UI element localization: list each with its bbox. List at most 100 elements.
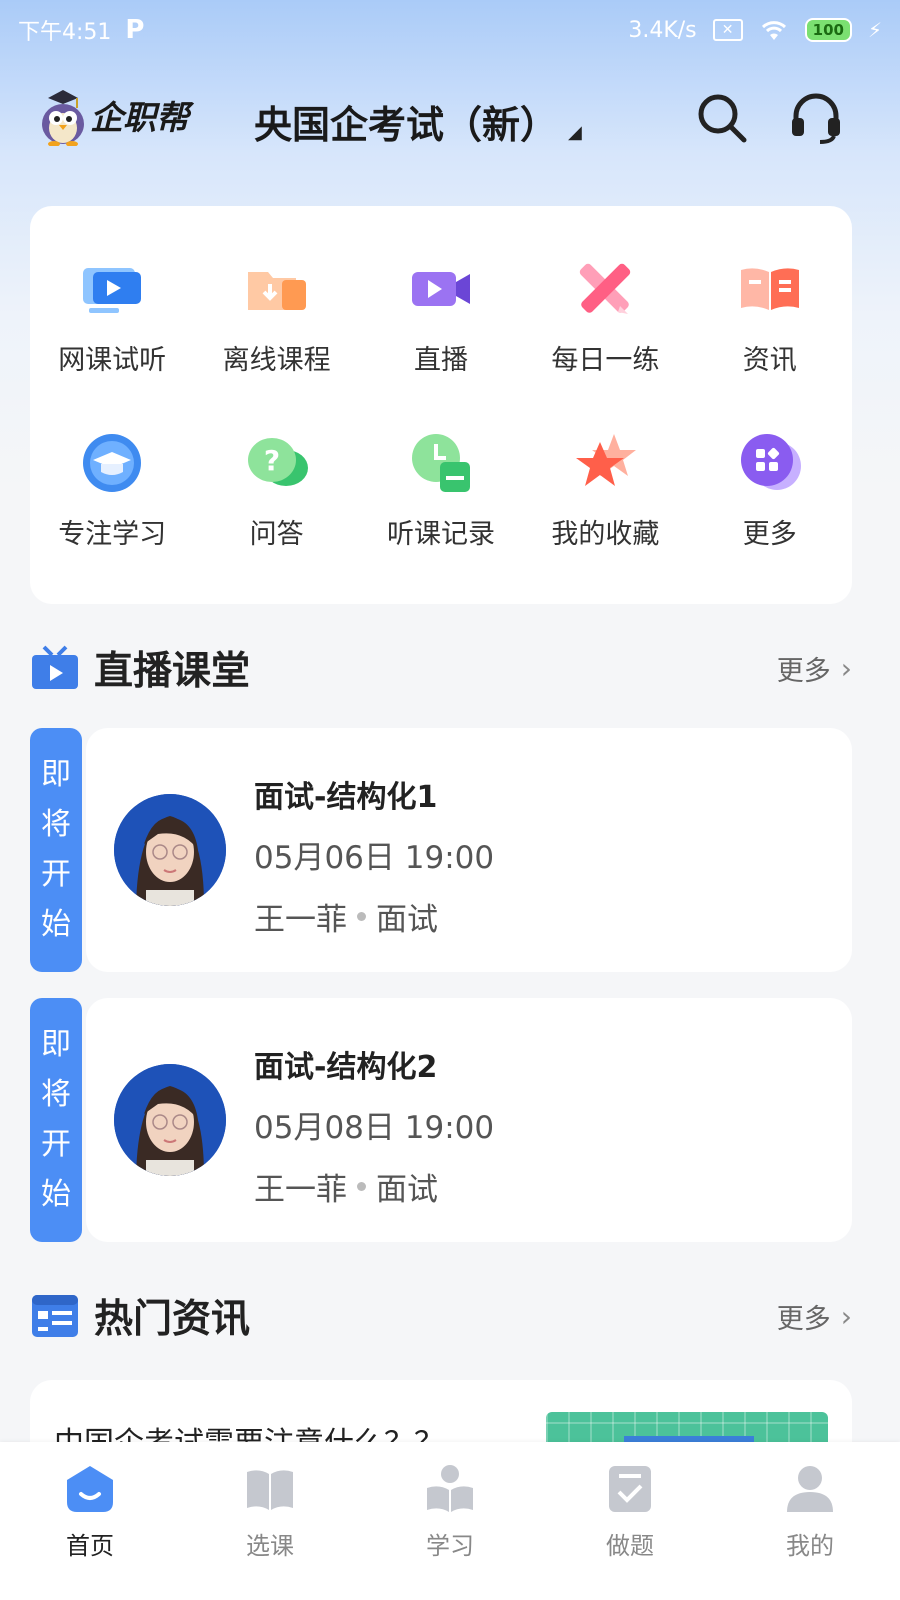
home-icon	[67, 1466, 113, 1512]
teacher-name: 王一菲	[254, 1172, 347, 1208]
nav-home[interactable]: 首页	[0, 1442, 180, 1600]
live-section-title: 直播课堂	[94, 649, 251, 694]
pencil-icon	[580, 263, 631, 314]
menu-item-live[interactable]: 直播	[359, 254, 523, 377]
more-label: 更多	[776, 1303, 831, 1335]
menu-label: 每日一练	[551, 345, 660, 376]
live-meta: 王一菲 面试	[254, 894, 438, 939]
nav-courses[interactable]: 选课	[180, 1442, 360, 1600]
live-card-body: 面试-结构化2 05月08日 19:00 王一菲 面试	[86, 998, 852, 1242]
menu-row-1: 网课试听 离线课程 直播 每日一练 资讯	[30, 254, 852, 377]
live-camera-icon	[411, 272, 470, 306]
nav-practice[interactable]: 做题	[540, 1442, 720, 1600]
tv-icon	[32, 645, 78, 689]
upcoming-badge: 即 将 开 始	[30, 998, 82, 1242]
open-book-icon	[247, 1470, 293, 1510]
status-time: 下午4:51	[18, 20, 112, 45]
app-name: 企职帮	[90, 98, 189, 137]
book-icon	[740, 268, 799, 310]
nav-label: 学习	[426, 1532, 474, 1560]
menu-label: 直播	[413, 345, 468, 376]
separator-dot	[357, 1182, 366, 1191]
news-section-header: 热门资讯 更多 ›	[30, 1286, 852, 1346]
badge-char: 开	[41, 1127, 71, 1162]
headset-icon[interactable]	[788, 90, 844, 146]
teacher-portrait	[114, 794, 226, 906]
live-category: 面试	[376, 1172, 438, 1208]
chevron-right-icon: ›	[840, 651, 852, 685]
penguin-mascot-icon	[42, 90, 84, 146]
teacher-name: 王一菲	[254, 902, 347, 938]
menu-item-daily-practice[interactable]: 每日一练	[523, 254, 687, 377]
parking-icon: P	[125, 15, 145, 45]
app-logo: 企职帮	[38, 84, 189, 146]
badge-char: 开	[41, 857, 71, 892]
feature-menu-card: 网课试听 离线课程 直播 每日一练 资讯 专注学习 ? 问答 听课记录 我的收藏…	[30, 206, 852, 604]
download-folder-icon	[247, 272, 306, 310]
menu-item-offline-courses[interactable]: 离线课程	[194, 254, 358, 377]
video-play-icon	[83, 268, 142, 313]
menu-item-qa[interactable]: ? 问答	[194, 428, 358, 551]
live-card-body: 面试-结构化1 05月06日 19:00 王一菲 面试	[86, 728, 852, 972]
chevron-right-icon: ›	[840, 1299, 852, 1333]
network-speed: 3.4K/s	[628, 17, 697, 43]
svg-text:?: ?	[263, 444, 279, 477]
more-label: 更多	[776, 655, 831, 687]
exam-name: 央国企考试（新）	[254, 103, 559, 147]
nav-label: 选课	[246, 1532, 294, 1560]
live-more-link[interactable]: 更多 ›	[777, 649, 852, 688]
menu-item-focus-study[interactable]: 专注学习	[30, 428, 194, 551]
news-list-icon	[32, 1295, 78, 1337]
checklist-icon	[609, 1466, 651, 1512]
menu-label: 专注学习	[58, 519, 167, 550]
live-title: 面试-结构化1	[254, 780, 438, 815]
nav-profile[interactable]: 我的	[720, 1442, 900, 1600]
badge-char: 即	[41, 757, 71, 792]
nav-label: 我的	[786, 1532, 834, 1560]
live-section-header: 直播课堂 更多 ›	[30, 638, 852, 698]
teacher-portrait	[114, 1064, 226, 1176]
news-section-title: 热门资讯	[94, 1297, 251, 1342]
app-header: 企职帮 央国企考试（新） ◢	[0, 70, 900, 170]
menu-label: 听课记录	[386, 519, 495, 550]
question-bubble-icon: ?	[247, 438, 308, 486]
search-icon[interactable]	[694, 90, 750, 146]
menu-item-more[interactable]: 更多	[688, 428, 852, 551]
menu-label: 网课试听	[58, 345, 167, 376]
menu-label: 离线课程	[222, 345, 331, 376]
separator-dot	[357, 912, 366, 921]
grid-more-icon	[740, 434, 801, 490]
sim-disabled-icon: ✕	[712, 19, 743, 41]
nav-label: 首页	[66, 1532, 114, 1560]
star-icon	[576, 434, 637, 486]
menu-row-2: 专注学习 ? 问答 听课记录 我的收藏 更多	[30, 428, 852, 551]
nav-study[interactable]: 学习	[360, 1442, 540, 1600]
exam-selector[interactable]: 央国企考试（新） ◢	[254, 94, 582, 149]
menu-label: 更多	[742, 519, 797, 550]
status-bar: 下午4:51 P 3.4K/s ✕ 100 ⚡	[0, 0, 900, 60]
wifi-icon	[761, 21, 786, 40]
live-card[interactable]: 即 将 开 始 面试-结构化1 05月06日 19:00 王一菲 面试	[30, 728, 852, 972]
news-more-link[interactable]: 更多 ›	[777, 1297, 852, 1336]
menu-item-news[interactable]: 资讯	[688, 254, 852, 377]
badge-char: 始	[41, 1177, 71, 1212]
menu-item-listening-record[interactable]: 听课记录	[359, 428, 523, 551]
teacher-avatar	[114, 794, 226, 906]
upcoming-badge: 即 将 开 始	[30, 728, 82, 972]
nav-label: 做题	[606, 1532, 654, 1560]
menu-item-favorites[interactable]: 我的收藏	[523, 428, 687, 551]
menu-item-course-trial[interactable]: 网课试听	[30, 254, 194, 377]
menu-label: 我的收藏	[551, 519, 660, 550]
teacher-avatar	[114, 1064, 226, 1176]
user-icon	[787, 1466, 833, 1512]
badge-char: 将	[41, 807, 71, 842]
live-card[interactable]: 即 将 开 始 面试-结构化2 05月08日 19:00 王一菲 面试	[30, 998, 852, 1242]
live-time: 05月08日 19:00	[254, 1110, 495, 1146]
bottom-navigation: 首页 选课 学习 做题 我的	[0, 1442, 900, 1600]
battery-indicator: 100	[804, 18, 852, 42]
charging-icon: ⚡	[867, 18, 882, 42]
live-category: 面试	[376, 902, 438, 938]
dropdown-triangle-icon: ◢	[568, 122, 582, 143]
badge-char: 始	[41, 907, 71, 942]
live-time: 05月06日 19:00	[254, 840, 495, 876]
